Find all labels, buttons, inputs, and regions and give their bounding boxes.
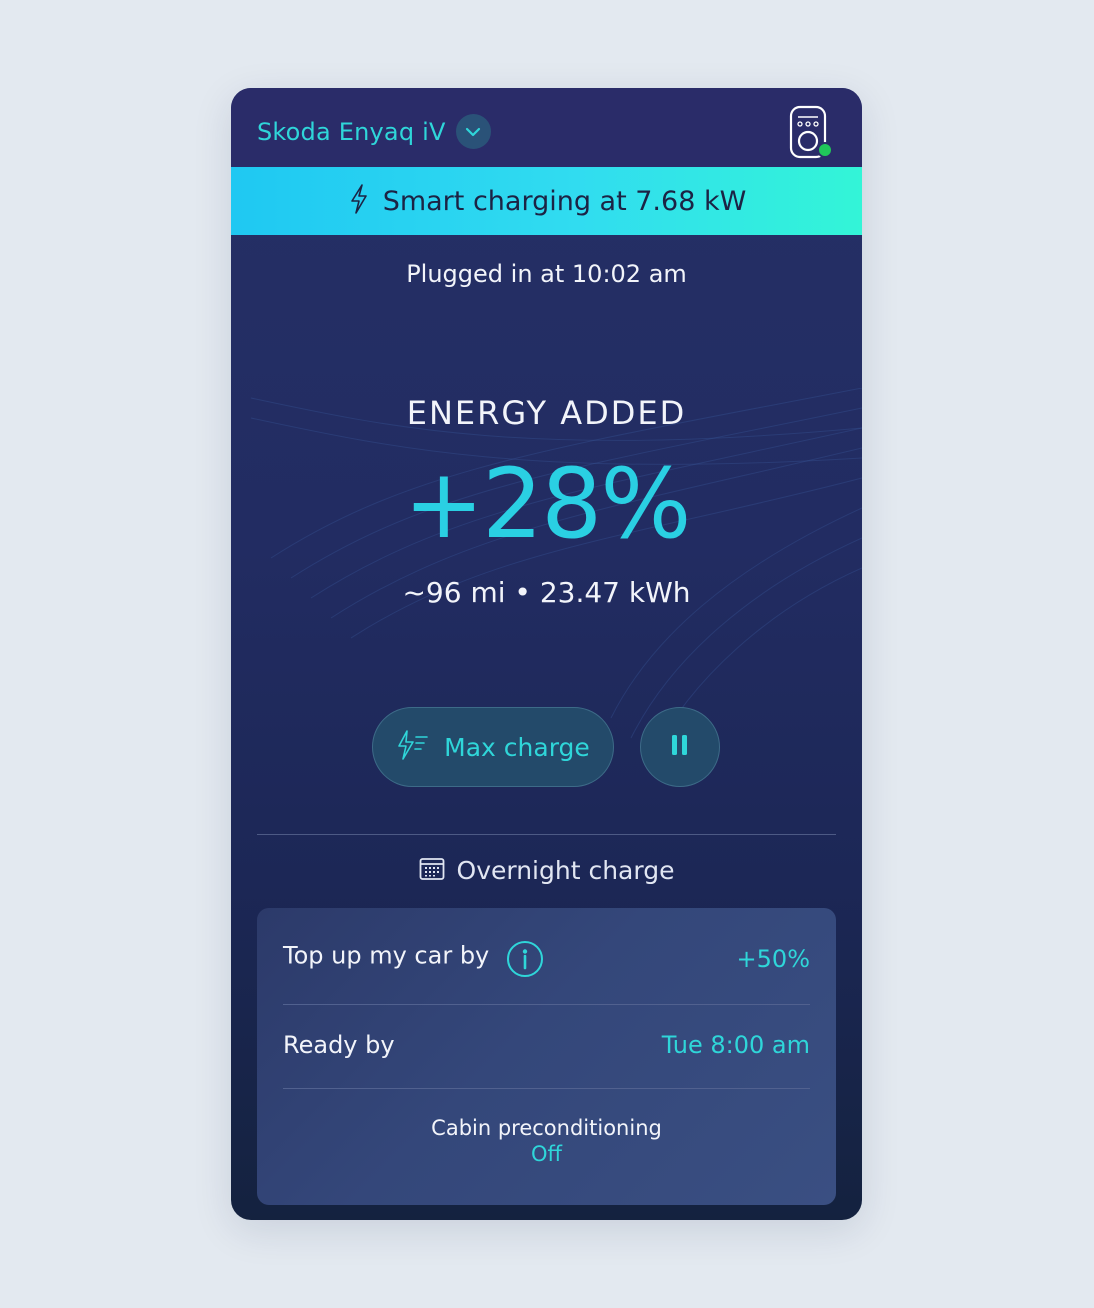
charger-icon[interactable] — [787, 104, 835, 162]
schedule-header: Overnight charge — [231, 856, 862, 885]
lightning-icon — [347, 183, 371, 219]
ready-by-row[interactable]: Ready by Tue 8:00 am — [283, 1031, 810, 1059]
banner-text: Smart charging at 7.68 kW — [382, 185, 747, 217]
section-divider — [257, 834, 836, 835]
max-charge-button[interactable]: Max charge — [372, 707, 614, 787]
cabin-preconditioning-label: Cabin preconditioning — [431, 1116, 662, 1140]
energy-added-value: +28% — [403, 448, 692, 560]
smart-charging-banner: Smart charging at 7.68 kW — [231, 167, 862, 235]
max-charge-label: Max charge — [444, 732, 590, 762]
ready-by-label: Ready by — [283, 1031, 395, 1059]
chevron-down-icon[interactable] — [455, 114, 491, 149]
charging-card: Skoda Enyaq iV Smart charging at 7.68 kW… — [231, 88, 862, 1220]
schedule-settings-panel: Top up my car by +50% Ready by Tue 8:00 … — [257, 908, 836, 1205]
schedule-title: Overnight charge — [456, 856, 675, 885]
cabin-preconditioning-value: Off — [531, 1142, 562, 1166]
top-up-label: Top up my car by — [283, 941, 490, 970]
top-bar: Skoda Enyaq iV — [231, 88, 862, 167]
cabin-preconditioning-row[interactable]: Cabin preconditioning Off — [257, 1116, 836, 1166]
pause-button[interactable] — [640, 707, 720, 787]
top-up-label-group: Top up my car by — [283, 940, 544, 978]
energy-added-label: ENERGY ADDED — [406, 394, 687, 432]
row-divider — [283, 1004, 810, 1005]
top-up-value: +50% — [736, 945, 810, 973]
vehicle-selector[interactable]: Skoda Enyaq iV — [257, 114, 491, 149]
calendar-icon — [419, 857, 445, 885]
plugged-in-time: Plugged in at 10:02 am — [406, 260, 687, 288]
row-divider — [283, 1088, 810, 1089]
boost-icon — [396, 728, 430, 766]
energy-added-detail: ~96 mi • 23.47 kWh — [402, 576, 691, 609]
vehicle-name: Skoda Enyaq iV — [257, 117, 446, 146]
info-icon[interactable] — [506, 940, 544, 978]
pause-icon — [670, 734, 690, 760]
ready-by-value: Tue 8:00 am — [661, 1031, 810, 1059]
top-up-row[interactable]: Top up my car by +50% — [283, 940, 810, 978]
